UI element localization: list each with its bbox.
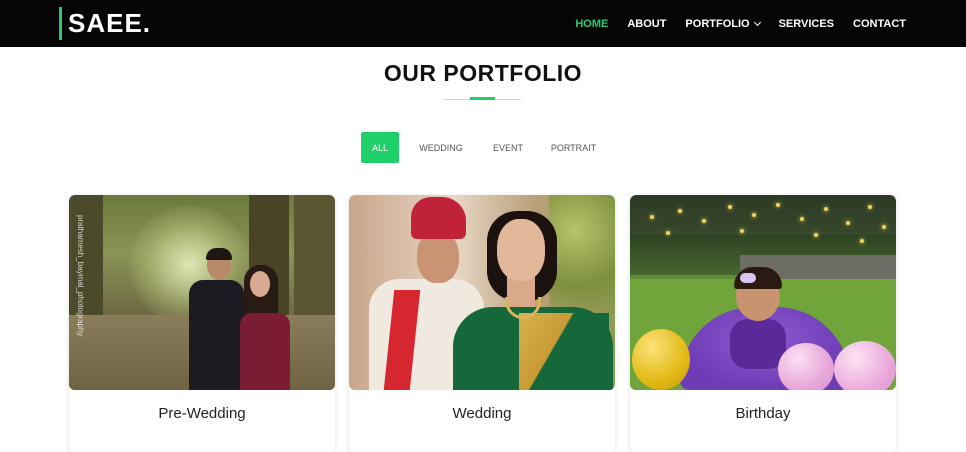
portfolio-card-pre-wedding[interactable]: prathamesh_baymal_photography Pre-Weddin… xyxy=(69,195,335,452)
filter-wedding[interactable]: WEDDING xyxy=(416,132,466,163)
nav-item-label: CONTACT xyxy=(853,17,906,30)
card-title: Pre-Wedding xyxy=(158,405,246,422)
filter-portrait[interactable]: PORTRAIT xyxy=(550,132,597,163)
filter-all[interactable]: ALL xyxy=(361,132,399,163)
logo-text: SAEE. xyxy=(68,8,152,38)
nav-item-label: ABOUT xyxy=(627,17,667,30)
nav-item-contact[interactable]: CONTACT xyxy=(853,18,906,30)
nav-item-label: PORTFOLIO xyxy=(685,17,750,30)
chevron-down-icon xyxy=(753,18,761,26)
nav-menu: HOME ABOUT PORTFOLIO SERVICES CONTACT xyxy=(556,0,906,47)
birthday-photo[interactable] xyxy=(630,195,896,390)
card-title: Wedding xyxy=(452,405,512,422)
nav-item-about[interactable]: ABOUT xyxy=(627,18,666,30)
photo-watermark: prathamesh_baymal_photography xyxy=(76,215,85,337)
top-navbar: SAEE. HOME ABOUT PORTFOLIO SERVICES CONT… xyxy=(0,0,966,47)
nav-item-home[interactable]: HOME xyxy=(575,18,608,30)
filter-event[interactable]: EVENT xyxy=(488,132,528,163)
section-title: OUR PORTFOLIO xyxy=(383,60,583,86)
title-divider-accent xyxy=(470,97,495,100)
nav-item-label: HOME xyxy=(575,17,609,30)
nav-item-portfolio[interactable]: PORTFOLIO xyxy=(685,17,761,30)
portfolio-card-wedding[interactable]: Wedding xyxy=(349,195,615,452)
logo-accent-bar xyxy=(59,7,62,40)
nav-item-services[interactable]: SERVICES xyxy=(779,18,834,30)
nav-item-label: SERVICES xyxy=(778,17,835,30)
card-title: Birthday xyxy=(735,405,791,422)
portfolio-card-birthday[interactable]: Birthday xyxy=(630,195,896,452)
wedding-photo[interactable] xyxy=(349,195,615,390)
pre-wedding-photo[interactable]: prathamesh_baymal_photography xyxy=(69,195,335,390)
site-logo[interactable]: SAEE. xyxy=(59,7,151,40)
